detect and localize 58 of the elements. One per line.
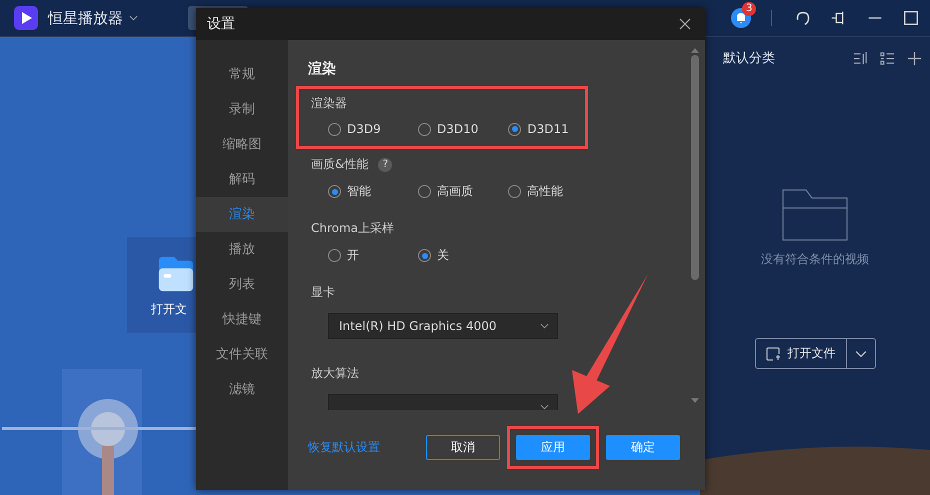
app-title[interactable]: 恒星播放器	[48, 8, 123, 28]
radio-label: 高画质	[437, 183, 473, 200]
radio-button[interactable]	[328, 249, 341, 262]
chevron-down-icon[interactable]	[129, 15, 138, 21]
dialog-button[interactable]: 应用	[516, 434, 590, 460]
radio-button[interactable]	[418, 249, 431, 262]
chevron-down-icon	[854, 350, 866, 358]
settings-nav-item[interactable]: 渲染	[196, 197, 288, 232]
maximize-icon[interactable]	[902, 9, 920, 27]
section-heading: 渲染	[307, 60, 337, 78]
sort-icon[interactable]	[853, 50, 868, 66]
dialog-button[interactable]: 取消	[426, 434, 500, 460]
setting-label: 画质&性能	[311, 156, 368, 173]
setting-label: Chroma上采样	[311, 220, 394, 237]
reset-defaults-link[interactable]: 恢复默认设置	[308, 438, 380, 456]
settings-nav-item[interactable]: 解码	[196, 162, 288, 197]
radio-button[interactable]	[508, 122, 522, 136]
open-file-label: 打开文	[151, 301, 187, 318]
radio-label: 智能	[347, 183, 371, 200]
close-icon[interactable]	[679, 18, 691, 30]
chevron-down-icon	[540, 404, 549, 410]
settings-nav-item[interactable]: 文件关联	[196, 337, 288, 372]
setting-label: 渲染器	[311, 95, 347, 112]
radio-button[interactable]	[418, 185, 431, 198]
scroll-up-icon[interactable]	[691, 48, 699, 53]
radio-label: 关	[437, 247, 449, 264]
radio-label: 开	[347, 247, 359, 264]
radio-label: D3D9	[347, 122, 381, 136]
headset-icon[interactable]	[794, 9, 812, 27]
radio-label: D3D11	[527, 122, 569, 136]
settings-nav-item[interactable]: 录制	[196, 92, 288, 127]
radio-button[interactable]	[328, 122, 341, 136]
dialog-title: 设置	[207, 15, 235, 33]
help-icon[interactable]: ?	[378, 158, 392, 172]
notification-badge: 3	[742, 2, 756, 16]
settings-nav-item[interactable]: 常规	[196, 57, 288, 92]
app-logo-icon	[14, 6, 38, 30]
settings-nav-item[interactable]: 缩略图	[196, 127, 288, 162]
setting-label: 显卡	[311, 284, 335, 301]
folder-icon	[157, 255, 195, 293]
scroll-down-icon[interactable]	[691, 398, 699, 403]
add-file-icon	[766, 346, 780, 360]
radio-label: D3D10	[437, 122, 478, 136]
list-icon[interactable]	[880, 50, 895, 66]
settings-nav-item[interactable]: 滤镜	[196, 372, 288, 407]
radio-button[interactable]	[508, 185, 521, 198]
add-icon[interactable]	[907, 50, 922, 66]
scrollbar-thumb[interactable]	[691, 55, 699, 280]
radio-label: 高性能	[527, 183, 563, 200]
setting-label: 放大算法	[311, 365, 359, 382]
dialog-button[interactable]: 确定	[606, 434, 680, 460]
chevron-down-icon	[540, 323, 549, 329]
empty-folder-icon	[782, 189, 848, 241]
radio-button[interactable]	[328, 185, 341, 198]
playlist-title: 默认分类	[723, 50, 775, 67]
radio-button[interactable]	[418, 122, 431, 136]
dropdown-field[interactable]: Intel(R) HD Graphics 4000	[328, 313, 558, 339]
empty-message: 没有符合条件的视频	[761, 251, 869, 268]
